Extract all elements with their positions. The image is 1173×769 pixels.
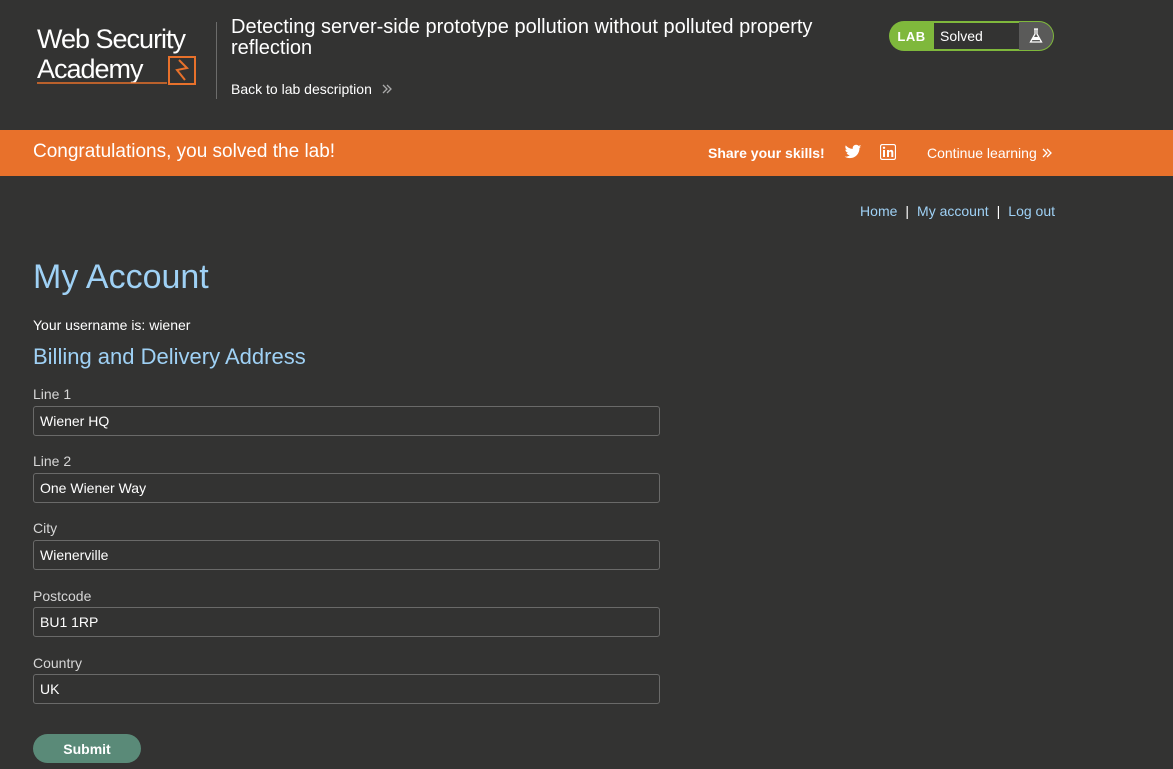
back-to-lab-description-link[interactable]: Back to lab description xyxy=(231,81,393,97)
line1-input[interactable] xyxy=(33,406,660,436)
congratulations-message: Congratulations, you solved the lab! xyxy=(33,141,336,162)
top-nav: Home | My account | Log out xyxy=(0,203,1055,219)
postcode-input[interactable] xyxy=(33,607,660,637)
username-line: Your username is: wiener xyxy=(33,317,191,333)
continue-learning-label: Continue learning xyxy=(927,145,1037,161)
flask-icon xyxy=(1019,22,1053,50)
nav-home-link[interactable]: Home xyxy=(860,203,897,219)
page-title: My Account xyxy=(33,258,209,296)
lab-title: Detecting server-side prototype pollutio… xyxy=(231,16,813,59)
line2-label: Line 2 xyxy=(33,453,72,469)
svg-text:Academy: Academy xyxy=(37,54,144,84)
line1-label: Line 1 xyxy=(33,386,72,402)
section-title: Billing and Delivery Address xyxy=(33,344,306,369)
city-input[interactable] xyxy=(33,540,660,570)
country-label: Country xyxy=(33,655,83,671)
share-skills-label: Share your skills! xyxy=(708,145,825,161)
double-chevron-right-icon xyxy=(382,84,392,94)
lab-status-widget: LAB Solved xyxy=(889,21,1054,51)
lab-status-text: Solved xyxy=(934,22,1019,50)
header: Web Security Academy Detecting server-si… xyxy=(0,0,1173,130)
lab-badge: LAB xyxy=(897,28,926,44)
svg-text:Web Security: Web Security xyxy=(37,24,187,54)
continue-learning-link[interactable]: Continue learning xyxy=(927,145,1053,161)
web-security-academy-logo[interactable]: Web Security Academy xyxy=(35,22,215,88)
submit-button[interactable]: Submit xyxy=(33,734,141,763)
nav-my-account-link[interactable]: My account xyxy=(917,203,989,219)
back-link-label: Back to lab description xyxy=(231,81,372,97)
double-chevron-right-icon xyxy=(1042,148,1052,158)
nav-log-out-link[interactable]: Log out xyxy=(1008,203,1055,219)
postcode-label: Postcode xyxy=(33,588,92,604)
country-input[interactable] xyxy=(33,674,660,704)
nav-separator: | xyxy=(905,203,910,219)
nav-separator: | xyxy=(996,203,1001,219)
twitter-icon[interactable] xyxy=(844,144,862,165)
linkedin-icon[interactable] xyxy=(879,143,897,165)
logo-divider xyxy=(216,22,217,99)
city-label: City xyxy=(33,520,58,536)
line2-input[interactable] xyxy=(33,473,660,503)
